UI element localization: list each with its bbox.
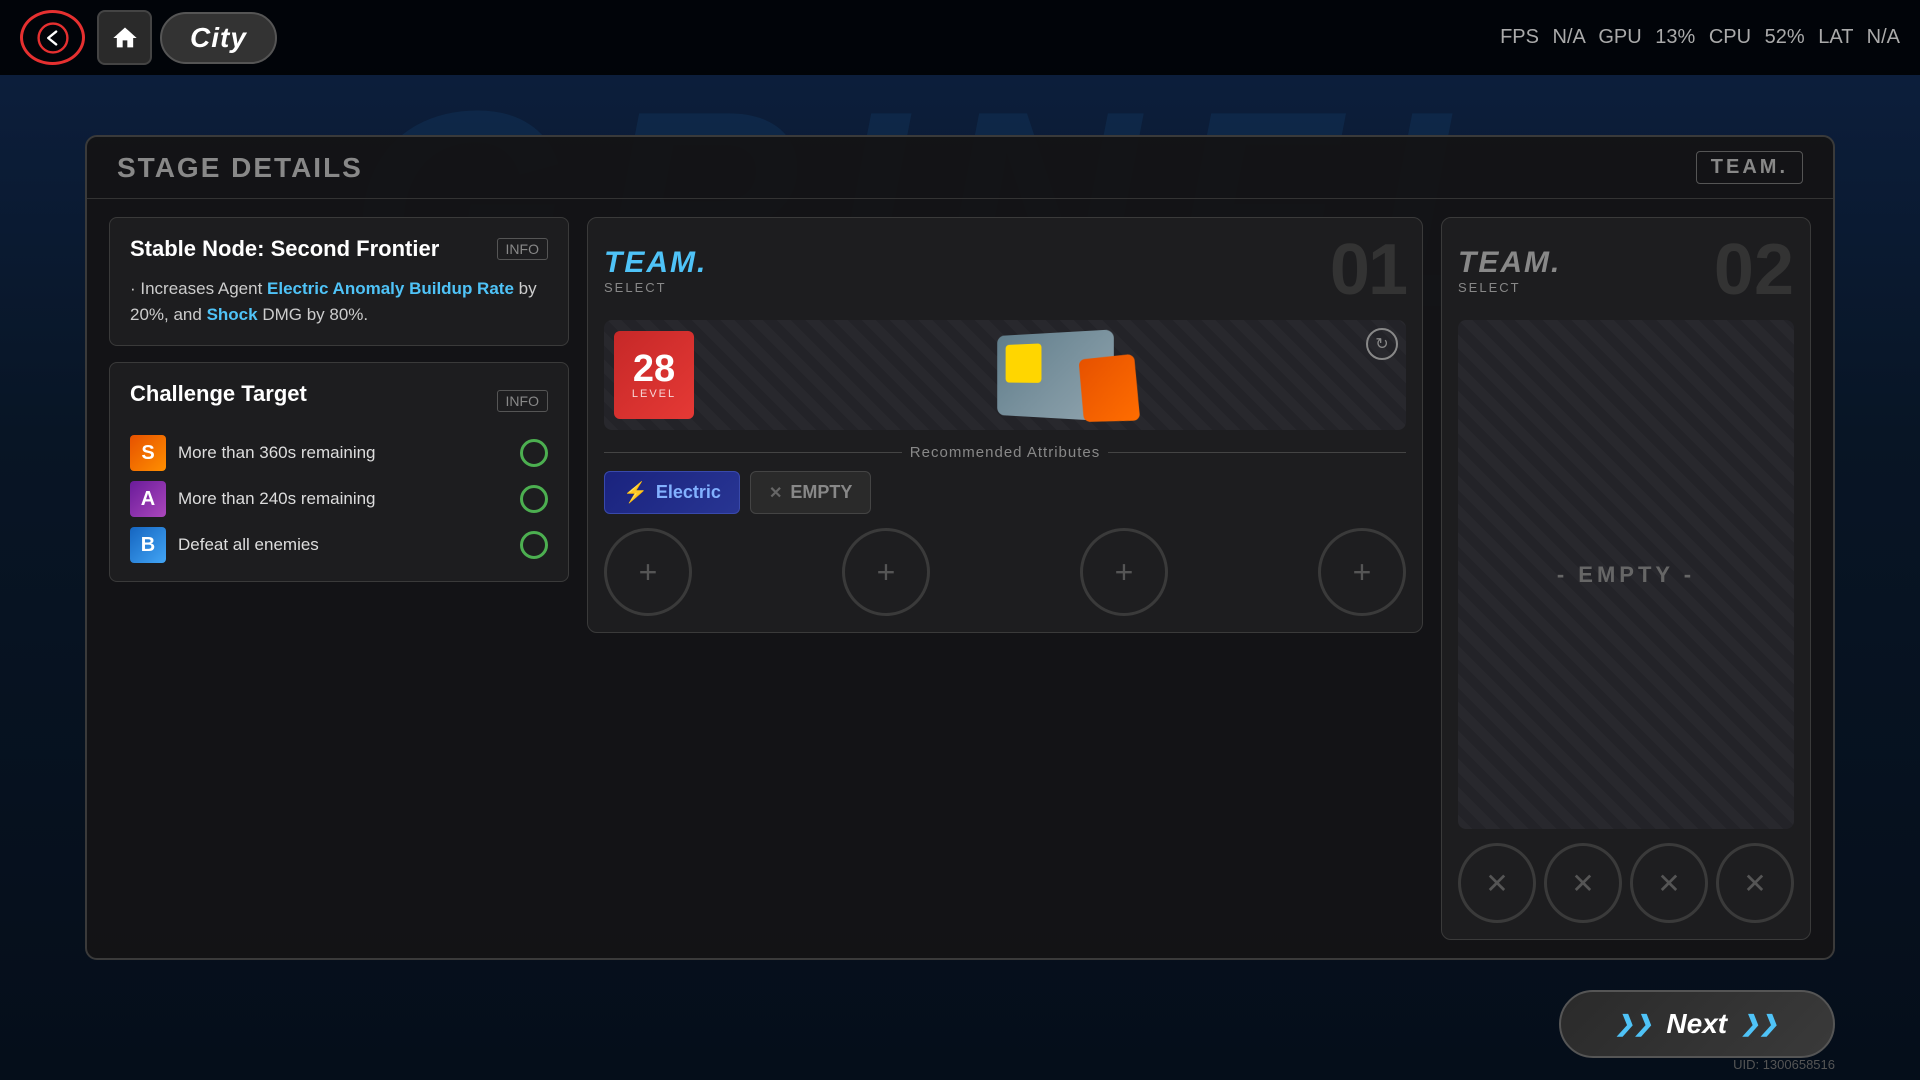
next-button[interactable]: ❯❯ Next ❯❯ (1559, 990, 1835, 1058)
team2-slot: TEAM. SELECT 02 - EMPTY - ✕ ✕ ✕ ✕ (1441, 217, 1811, 940)
challenge-box: Challenge Target INFO S More than 360s r… (109, 362, 569, 582)
empty-attr-tag: ✕ EMPTY (750, 471, 871, 514)
char-accent-shape (1006, 343, 1042, 382)
empty-text: - EMPTY - (1557, 562, 1695, 588)
left-section: Stable Node: Second Frontier INFO · Incr… (109, 217, 569, 940)
stable-node-title: Stable Node: Second Frontier (130, 236, 439, 262)
electric-label: Electric (656, 482, 721, 503)
team1-section: TEAM. SELECT 01 28 LEVEL (587, 217, 1423, 940)
gpu-label: GPU (1598, 26, 1641, 48)
challenge-item-s: S More than 360s remaining (130, 435, 548, 471)
desc-suffix: DMG by 80%. (258, 305, 369, 324)
check-s (520, 439, 548, 467)
level-text: LEVEL (632, 388, 676, 400)
stable-node-tag[interactable]: INFO (497, 238, 548, 260)
team2-select-label: SELECT (1458, 280, 1561, 295)
electric-icon: ⚡ (623, 480, 648, 505)
x-buttons-group: ✕ ✕ ✕ ✕ (1458, 843, 1794, 923)
rank-a-badge: A (130, 481, 166, 517)
add-buttons-group: + + + + (604, 528, 1406, 616)
challenge-tag[interactable]: INFO (497, 390, 548, 412)
cpu-label: CPU (1709, 26, 1751, 48)
team2-section: TEAM. SELECT 02 - EMPTY - ✕ ✕ ✕ ✕ (1441, 217, 1811, 940)
challenge-b-text: Defeat all enemies (178, 534, 508, 556)
panel-header: Stage Details TEAM. (87, 137, 1833, 199)
add-button-1[interactable]: + (604, 528, 692, 616)
stage-description: · Increases Agent Electric Anomaly Build… (130, 276, 548, 327)
challenge-a-text: More than 240s remaining (178, 488, 508, 510)
electric-attr-tag: ⚡ Electric (604, 471, 740, 514)
panel-title: Stage Details (117, 152, 363, 184)
challenge-list: S More than 360s remaining A More than 2… (130, 435, 548, 563)
x-button-3[interactable]: ✕ (1630, 843, 1708, 923)
back-button[interactable] (20, 10, 85, 65)
x-button-1[interactable]: ✕ (1458, 843, 1536, 923)
gpu-value: 13% (1655, 26, 1695, 48)
panel-body: Stable Node: Second Frontier INFO · Incr… (87, 199, 1833, 958)
stable-node-box: Stable Node: Second Frontier INFO · Incr… (109, 217, 569, 346)
team2-label: TEAM. (1458, 246, 1561, 280)
rank-b-badge: B (130, 527, 166, 563)
empty-attr-label: EMPTY (790, 482, 852, 503)
main-panel: Stage Details TEAM. Stable Node: Second … (85, 135, 1835, 960)
attribute-tags: ⚡ Electric ✕ EMPTY (604, 471, 1406, 514)
desc-highlight2: Shock (207, 305, 258, 324)
char-body-shape (997, 329, 1114, 421)
team2-number: 02 (1714, 234, 1794, 306)
home-button[interactable] (97, 10, 152, 65)
character-level: 28 (633, 350, 675, 388)
next-chevrons-right: ❯❯ (1741, 1011, 1778, 1037)
add-button-2[interactable]: + (842, 528, 930, 616)
rank-s-badge: S (130, 435, 166, 471)
lat-label: LAT (1818, 26, 1853, 48)
desc-highlight1: Electric Anomaly Buildup Rate (267, 279, 514, 298)
performance-info: FPS N/A GPU 13% CPU 52% LAT N/A (1492, 26, 1900, 49)
desc-prefix: · Increases Agent (130, 279, 267, 298)
x-button-2[interactable]: ✕ (1544, 843, 1622, 923)
team1-number: 01 (1330, 234, 1406, 306)
challenge-header: Challenge Target INFO (130, 381, 548, 421)
challenge-title: Challenge Target (130, 381, 307, 407)
team1-label: TEAM. (604, 246, 707, 280)
fps-label: FPS (1500, 26, 1539, 48)
challenge-item-a: A More than 240s remaining (130, 481, 548, 517)
empty-area: - EMPTY - (1458, 320, 1794, 829)
top-bar: City FPS N/A GPU 13% CPU 52% LAT N/A (0, 0, 1920, 75)
stable-node-header: Stable Node: Second Frontier INFO (130, 236, 548, 262)
x-attr-icon: ✕ (769, 483, 782, 503)
fps-value: N/A (1553, 26, 1585, 48)
team-header-button[interactable]: TEAM. (1696, 151, 1803, 184)
next-label: Next (1666, 1008, 1727, 1040)
x-button-4[interactable]: ✕ (1716, 843, 1794, 923)
team2-header: TEAM. SELECT 02 (1458, 234, 1794, 306)
add-button-4[interactable]: + (1318, 528, 1406, 616)
add-button-3[interactable]: + (1080, 528, 1168, 616)
location-label: City (160, 12, 277, 64)
char-orange-shape (1079, 353, 1141, 421)
team1-header: TEAM. SELECT 01 (604, 234, 1406, 306)
character-art (706, 330, 1396, 420)
recommended-label: Recommended Attributes (604, 444, 1406, 461)
reload-button[interactable]: ↻ (1366, 328, 1398, 360)
character-display: 28 LEVEL ↻ (604, 320, 1406, 430)
team1-slot: TEAM. SELECT 01 28 LEVEL (587, 217, 1423, 633)
level-badge: 28 LEVEL (614, 331, 694, 419)
check-a (520, 485, 548, 513)
team2-label-group: TEAM. SELECT (1458, 246, 1561, 295)
uid-text: UID: 1300658516 (1733, 1057, 1835, 1072)
team1-select-label: SELECT (604, 280, 707, 295)
challenge-item-b: B Defeat all enemies (130, 527, 548, 563)
next-chevrons-left: ❯❯ (1616, 1011, 1653, 1037)
team1-label-group: TEAM. SELECT (604, 246, 707, 295)
cpu-value: 52% (1765, 26, 1805, 48)
challenge-s-text: More than 360s remaining (178, 442, 508, 464)
check-b (520, 531, 548, 559)
recommended-section: Recommended Attributes ⚡ Electric ✕ EMPT… (604, 444, 1406, 514)
lat-value: N/A (1867, 26, 1900, 48)
